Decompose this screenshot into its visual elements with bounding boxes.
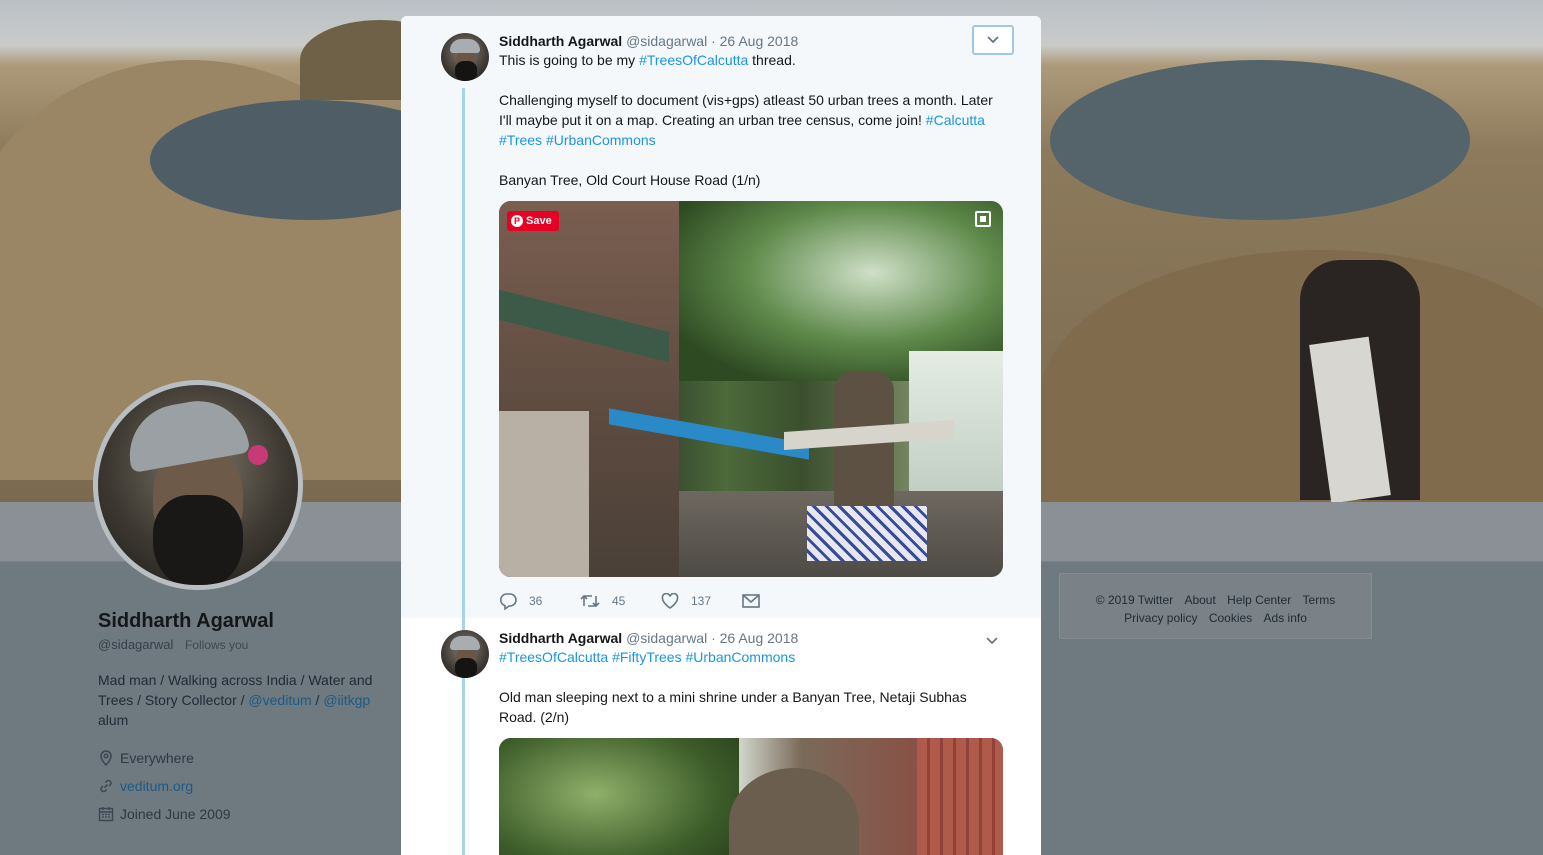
photo-wall bbox=[499, 411, 589, 577]
website-link[interactable]: veditum.org bbox=[120, 778, 193, 794]
banner-hill-right bbox=[1040, 250, 1543, 502]
tweet-1-line-1-end: thread. bbox=[748, 52, 796, 68]
profile-avatar-image bbox=[98, 385, 298, 585]
bio-link-veditum[interactable]: @veditum bbox=[248, 692, 311, 708]
direct-message-button[interactable] bbox=[742, 594, 760, 608]
footer-link-privacy[interactable]: Privacy policy bbox=[1124, 611, 1197, 625]
heart-icon bbox=[661, 593, 679, 609]
envelope-icon bbox=[742, 594, 760, 608]
expand-icon[interactable] bbox=[975, 211, 991, 227]
tweet-2-text: #TreesOfCalcutta #FiftyTrees #UrbanCommo… bbox=[499, 647, 1004, 727]
tweet-2-author-name[interactable]: Siddharth Agarwal bbox=[499, 630, 622, 646]
location-pin-icon bbox=[98, 750, 114, 766]
profile-avatar[interactable] bbox=[93, 380, 303, 590]
tweet-1-paragraph-2-text: Challenging myself to document (vis+gps)… bbox=[499, 92, 993, 128]
tweet-2-header: Siddharth Agarwal @sidagarwal · 26 Aug 2… bbox=[499, 630, 798, 646]
tweet-2-handle[interactable]: @sidagarwal bbox=[626, 630, 707, 646]
tweet-1-text: This is going to be my #TreesOfCalcutta … bbox=[499, 50, 1004, 190]
avatar-beard bbox=[455, 658, 477, 678]
footer-link-cookies[interactable]: Cookies bbox=[1209, 611, 1252, 625]
link-icon bbox=[98, 778, 114, 794]
like-button[interactable]: 137 bbox=[661, 593, 742, 609]
hashtag-urban-commons[interactable]: #UrbanCommons bbox=[685, 649, 795, 665]
bio-link-iitkgp[interactable]: @iitkgp bbox=[323, 692, 370, 708]
tweet-2-avatar[interactable] bbox=[441, 630, 489, 678]
footer-link-help-center[interactable]: Help Center bbox=[1227, 593, 1291, 607]
hashtag-urban-commons[interactable]: #UrbanCommons bbox=[546, 132, 656, 148]
follows-you-badge: Follows you bbox=[184, 638, 249, 652]
profile-meta: Everywhere veditum.org Joined June 2009 bbox=[98, 744, 388, 828]
tweet-1-handle[interactable]: @sidagarwal bbox=[626, 33, 707, 49]
chevron-down-icon bbox=[987, 36, 999, 44]
location-text: Everywhere bbox=[120, 750, 194, 766]
tweet-1-paragraph-3: Banyan Tree, Old Court House Road (1/n) bbox=[499, 172, 761, 188]
avatar-cap bbox=[450, 636, 480, 650]
hashtag-trees-of-calcutta[interactable]: #TreesOfCalcutta bbox=[499, 649, 608, 665]
hashtag-trees-of-calcutta[interactable]: #TreesOfCalcutta bbox=[639, 52, 748, 68]
profile-location: Everywhere bbox=[98, 744, 388, 772]
profile-info: Siddharth Agarwal @sidagarwal Follows yo… bbox=[98, 610, 388, 828]
reply-count: 36 bbox=[529, 594, 543, 608]
footer-row-2: Privacy policy Cookies Ads info bbox=[1060, 609, 1371, 627]
tweet-1-line-1-text: This is going to be my bbox=[499, 52, 640, 68]
retweet-count: 45 bbox=[612, 594, 626, 608]
bio-separator: / bbox=[311, 692, 324, 708]
avatar-flower bbox=[248, 445, 268, 465]
photo-red-wall bbox=[917, 738, 1003, 855]
tweet-1-line-1: This is going to be my #TreesOfCalcutta … bbox=[499, 50, 1004, 70]
footer-link-about[interactable]: About bbox=[1184, 593, 1215, 607]
footer-copyright: © 2019 Twitter bbox=[1095, 593, 1174, 607]
bio-text-end: alum bbox=[98, 712, 129, 728]
profile-website: veditum.org bbox=[98, 772, 388, 800]
tweet-1-photo[interactable]: P Save bbox=[499, 201, 1003, 577]
tweet-2-more-button[interactable] bbox=[986, 632, 998, 648]
tweet-2-photo[interactable] bbox=[499, 738, 1003, 855]
retweet-button[interactable]: 45 bbox=[580, 593, 661, 609]
avatar-beard bbox=[153, 495, 243, 585]
footer-row-1: © 2019 Twitter About Help Center Terms bbox=[1060, 591, 1371, 609]
calendar-icon bbox=[98, 806, 114, 822]
tweet-2-date[interactable]: · 26 Aug 2018 bbox=[711, 630, 798, 646]
tweet-2-hashtags: #TreesOfCalcutta #FiftyTrees #UrbanCommo… bbox=[499, 647, 1004, 667]
avatar-beard bbox=[455, 61, 477, 81]
banner-river-right bbox=[1050, 60, 1470, 220]
pinterest-save-button[interactable]: P Save bbox=[507, 211, 559, 231]
profile-handle-row: @sidagarwal Follows you bbox=[98, 637, 388, 652]
tweet-1-date[interactable]: · 26 Aug 2018 bbox=[711, 33, 798, 49]
retweet-icon bbox=[580, 594, 600, 608]
avatar-cap bbox=[450, 39, 480, 53]
like-count: 137 bbox=[691, 594, 712, 608]
reply-icon bbox=[499, 593, 517, 610]
footer-link-terms[interactable]: Terms bbox=[1303, 593, 1336, 607]
photo-banyan-trunk bbox=[729, 768, 859, 855]
tweet-1-author-name[interactable]: Siddharth Agarwal bbox=[499, 33, 622, 49]
tweet-1-paragraph-2: Challenging myself to document (vis+gps)… bbox=[499, 90, 1004, 150]
chevron-down-icon bbox=[986, 637, 998, 645]
tweet-thread-modal: Siddharth Agarwal @sidagarwal · 26 Aug 2… bbox=[401, 16, 1041, 855]
hashtag-fifty-trees[interactable]: #FiftyTrees bbox=[612, 649, 682, 665]
tweet-1-actions: 36 45 137 bbox=[499, 592, 760, 610]
thread-connector-line bbox=[462, 88, 465, 855]
hashtag-trees[interactable]: #Trees bbox=[499, 132, 542, 148]
reply-button[interactable]: 36 bbox=[499, 592, 580, 610]
hashtag-calcutta[interactable]: #Calcutta bbox=[926, 112, 985, 128]
profile-name[interactable]: Siddharth Agarwal bbox=[98, 610, 388, 633]
pinterest-icon: P bbox=[511, 215, 523, 227]
footer-links: © 2019 Twitter About Help Center Terms P… bbox=[1059, 573, 1372, 639]
footer-link-ads-info[interactable]: Ads info bbox=[1264, 611, 1307, 625]
profile-joined: Joined June 2009 bbox=[98, 800, 388, 828]
photo-banyan-trunk bbox=[834, 371, 894, 521]
tweet-2-paragraph-2: Old man sleeping next to a mini shrine u… bbox=[499, 689, 967, 725]
pinterest-save-label: Save bbox=[526, 215, 552, 227]
tweet-1-header: Siddharth Agarwal @sidagarwal · 26 Aug 2… bbox=[499, 33, 798, 49]
profile-bio: Mad man / Walking across India / Water a… bbox=[98, 670, 388, 730]
photo-leaves bbox=[499, 738, 739, 855]
tweet-1-avatar[interactable] bbox=[441, 33, 489, 81]
profile-handle[interactable]: @sidagarwal bbox=[98, 637, 173, 652]
joined-text: Joined June 2009 bbox=[120, 806, 231, 822]
photo-shrine bbox=[807, 506, 927, 561]
